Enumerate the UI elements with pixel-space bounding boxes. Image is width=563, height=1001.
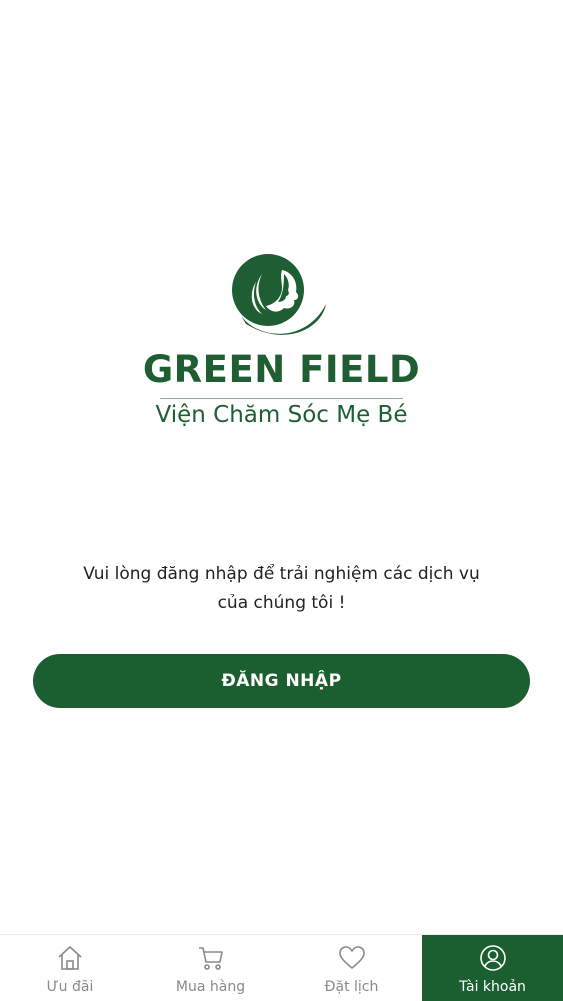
tab-mua-hang[interactable]: Mua hàng [140, 935, 281, 1001]
tab-label: Tài khoản [459, 979, 526, 995]
login-prompt-line-2: của chúng tôi ! [217, 593, 346, 613]
heart-icon [338, 946, 365, 969]
login-button[interactable]: ĐĂNG NHẬP [33, 654, 530, 708]
login-prompt-line-1: Vui lòng đăng nhập để trải nghiệm các dị… [83, 564, 480, 584]
user-icon [479, 945, 506, 971]
brand-divider [160, 398, 403, 399]
tab-dat-lich[interactable]: Đặt lịch [281, 935, 422, 1001]
cart-icon [198, 947, 223, 970]
brand-name: GREEN FIELD [142, 348, 421, 391]
home-icon [58, 946, 82, 970]
account-screen: GREEN FIELD Viện Chăm Sóc Mẹ Bé Vui lòng… [0, 0, 563, 1001]
tab-label: Ưu đãi [46, 979, 94, 995]
tab-label: Mua hàng [175, 979, 246, 995]
mother-baby-logo-icon [232, 254, 326, 335]
bottom-tab-bar: Ưu đãi Mua hàng Đặt lịch Tài khoản [0, 934, 563, 1001]
tab-uu-dai[interactable]: Ưu đãi [0, 935, 140, 1001]
login-prompt-message: Vui lòng đăng nhập để trải nghiệm các dị… [40, 560, 523, 618]
brand-tagline: Viện Chăm Sóc Mẹ Bé [155, 402, 408, 428]
tab-tai-khoan[interactable]: Tài khoản [422, 935, 563, 1001]
tab-label: Đặt lịch [324, 979, 379, 995]
